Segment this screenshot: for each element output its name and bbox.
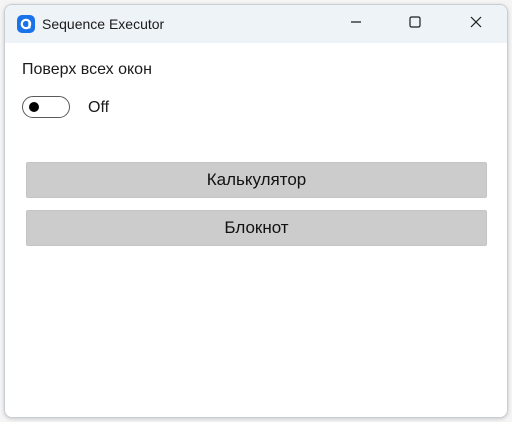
- maximize-icon: [409, 15, 421, 33]
- window-title: Sequence Executor: [42, 16, 165, 32]
- toggle-knob: [29, 102, 39, 112]
- toggle-state-label: Off: [88, 99, 110, 116]
- close-button[interactable]: [453, 5, 499, 43]
- maximize-button[interactable]: [392, 5, 438, 43]
- calculator-button[interactable]: Калькулятор: [26, 162, 487, 198]
- topmost-label: Поверх всех окон: [22, 61, 152, 78]
- app-logo-icon: [17, 15, 35, 33]
- minimize-button[interactable]: [333, 5, 379, 43]
- minimize-icon: [350, 15, 362, 33]
- notepad-button[interactable]: Блокнот: [26, 210, 487, 246]
- close-icon: [470, 15, 482, 33]
- app-window: Sequence Executor Поверх всех окон Off К…: [4, 4, 508, 418]
- topmost-toggle[interactable]: [22, 96, 70, 118]
- title-bar[interactable]: Sequence Executor: [5, 5, 507, 43]
